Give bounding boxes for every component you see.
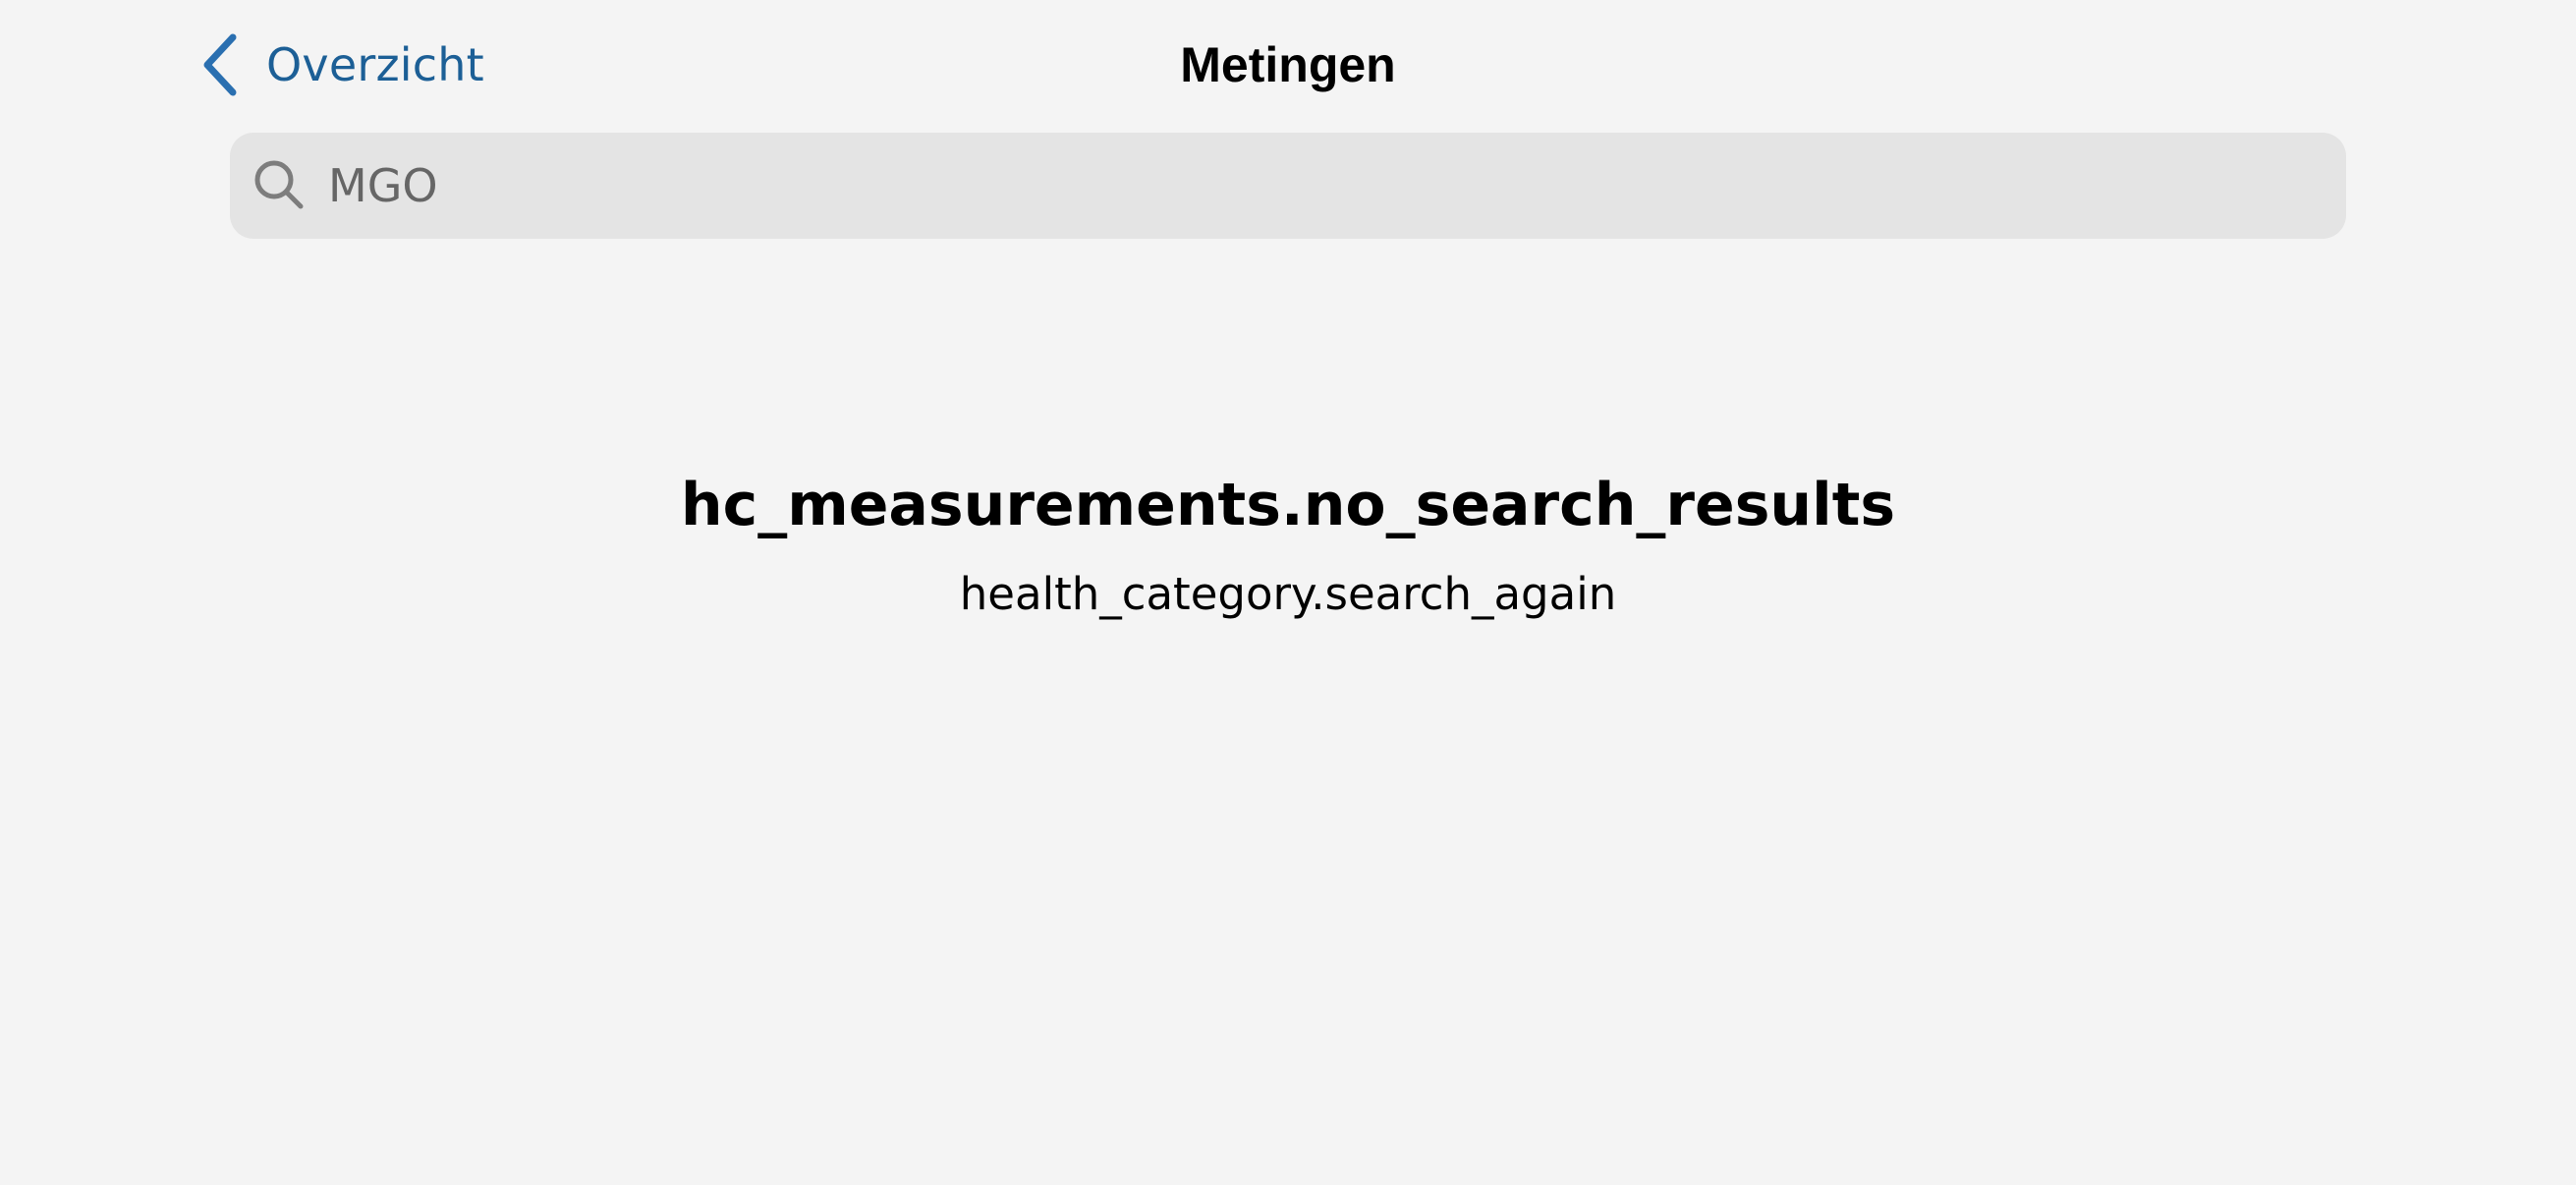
page-title: Metingen [1180,37,1396,92]
search-bar[interactable] [230,133,2346,239]
navigation-bar: Overzicht Metingen [0,0,2576,128]
empty-state-title: hc_measurements.no_search_results [680,471,1896,539]
search-input[interactable] [328,159,2293,212]
empty-state-subtitle: health_category.search_again [959,568,1617,620]
search-icon [252,157,308,214]
empty-state: hc_measurements.no_search_results health… [0,462,2576,629]
